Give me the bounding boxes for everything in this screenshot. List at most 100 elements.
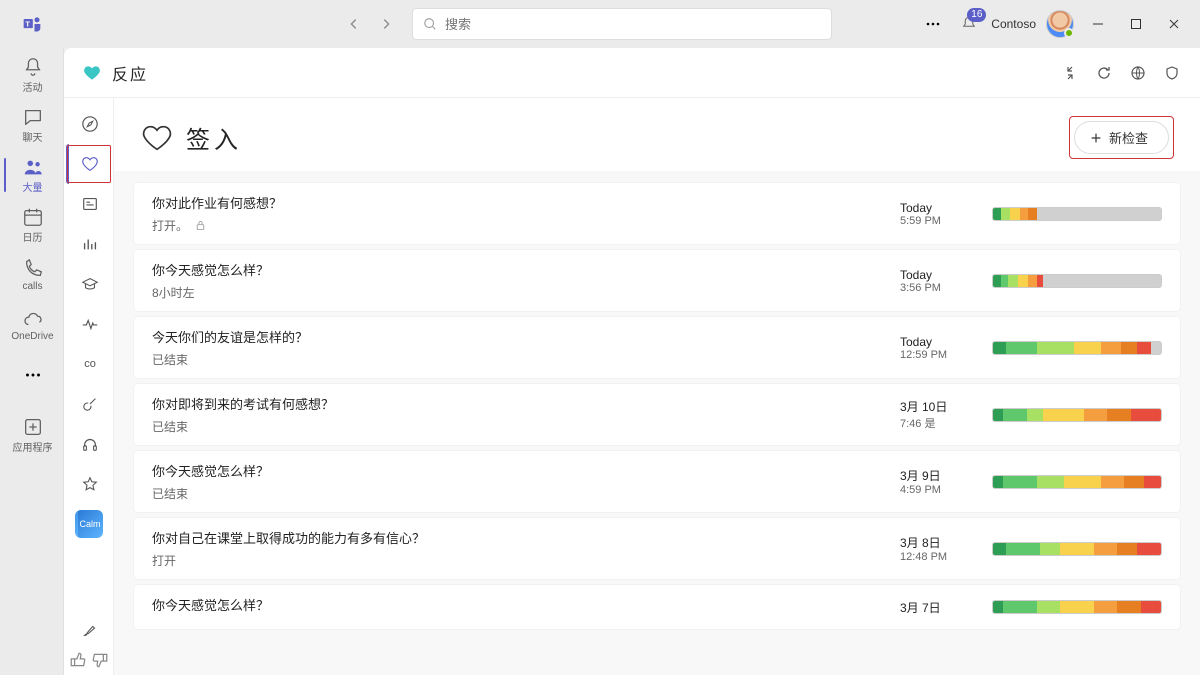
rail-label: 活动 xyxy=(23,79,43,94)
new-checkin-button[interactable]: 新检查 xyxy=(1074,121,1169,154)
rail-label: 聊天 xyxy=(23,129,43,144)
distribution-bar xyxy=(992,207,1162,221)
tool-grad[interactable] xyxy=(66,264,112,304)
rail-calendar[interactable]: 日历 xyxy=(2,200,62,250)
checkin-datetime: 3月 7日 xyxy=(900,599,976,616)
rail-activity[interactable]: 活动 xyxy=(2,50,62,100)
tool-reader[interactable] xyxy=(66,184,112,224)
people-icon xyxy=(22,156,44,178)
calendar-icon xyxy=(22,206,44,228)
globe-button[interactable] xyxy=(1128,63,1148,83)
checkin-card[interactable]: 你对自己在课堂上取得成功的能力有多有信心？打开3月 8日12:48 PM xyxy=(134,518,1180,579)
checkin-status: 8小时左 xyxy=(152,284,884,301)
distribution-bar xyxy=(992,600,1162,614)
notification-badge: 16 xyxy=(967,8,986,22)
shield-button[interactable] xyxy=(1162,63,1182,83)
checkin-card[interactable]: 今天你们的友谊是怎样的？已结束Today12:59 PM xyxy=(134,317,1180,378)
app-sub-header: 反应 xyxy=(64,48,1200,98)
checkin-status: 已结束 xyxy=(152,485,884,502)
checkin-status: 打开。 xyxy=(152,217,884,234)
distribution-bar xyxy=(992,542,1162,556)
checkin-card[interactable]: 你对即将到来的考试有何感想？已结束3月 10日7:46 是 xyxy=(134,384,1180,445)
presence-indicator xyxy=(1064,28,1074,38)
window-close-button[interactable] xyxy=(1160,10,1188,38)
rail-calls[interactable]: calls xyxy=(2,250,62,300)
checkin-question: 你今天感觉怎么样？ xyxy=(152,260,884,279)
window-minimize-button[interactable] xyxy=(1084,10,1112,38)
apps-icon xyxy=(22,416,44,438)
heart-icon xyxy=(140,121,174,155)
search-box[interactable] xyxy=(412,8,832,40)
tool-compass[interactable] xyxy=(66,104,112,144)
checkin-datetime: Today3:56 PM xyxy=(900,268,976,294)
checkin-card[interactable]: 你对此作业有何感想？打开。Today5:59 PM xyxy=(134,183,1180,244)
tool-brush[interactable] xyxy=(66,615,112,645)
checkin-question: 你对自己在课堂上取得成功的能力有多有信心？ xyxy=(152,528,884,547)
titlebar-right: 16 Contoso xyxy=(919,10,1192,38)
checkin-datetime: 3月 8日12:48 PM xyxy=(900,534,976,563)
checkin-status: 已结束 xyxy=(152,418,884,435)
checkin-card[interactable]: 你今天感觉怎么样？ 已结束 3月 9日4:59 PM xyxy=(134,451,1180,512)
checkin-datetime: 3月 9日4:59 PM xyxy=(900,467,976,496)
rail-label: calls xyxy=(22,281,42,292)
distribution-bar xyxy=(992,274,1162,288)
cloud-icon xyxy=(22,308,44,330)
tool-guitar[interactable] xyxy=(66,384,112,424)
app-title: 反应 xyxy=(112,61,148,85)
distribution-bar xyxy=(992,408,1162,422)
chat-icon xyxy=(22,106,44,128)
rail-label: 应用程序 xyxy=(13,439,53,454)
tool-co[interactable]: co xyxy=(66,344,112,384)
reflect-heart-icon xyxy=(82,63,102,83)
distribution-bar xyxy=(992,341,1162,355)
tool-calm[interactable]: Calm xyxy=(75,510,103,538)
new-checkin-highlight: 新检查 xyxy=(1069,116,1174,159)
heart-icon xyxy=(81,155,99,173)
main-pane: 签入 新检查 你对此作业有何感想？打开。Today5:59 PM你今天感觉怎么样… xyxy=(114,98,1200,675)
tool-chart[interactable] xyxy=(66,224,112,264)
page-header: 签入 新检查 xyxy=(114,98,1200,171)
teams-logo: T xyxy=(8,14,56,34)
org-name: Contoso xyxy=(991,17,1036,31)
checkin-list[interactable]: 你对此作业有何感想？打开。Today5:59 PM你今天感觉怎么样？8小时左To… xyxy=(114,171,1200,675)
checkin-card[interactable]: 你今天感觉怎么样？ 3月 7日 xyxy=(134,585,1180,629)
search-input[interactable] xyxy=(445,17,821,32)
app-rail: 活动 聊天 大量 日历 calls OneDrive 应用程序 xyxy=(0,48,64,675)
tool-rail: co Calm xyxy=(64,98,114,675)
nav-back-button[interactable] xyxy=(340,10,368,38)
new-checkin-label: 新检查 xyxy=(1109,128,1148,147)
checkin-question: 你今天感觉怎么样？ xyxy=(152,595,884,614)
rail-label: OneDrive xyxy=(11,331,53,342)
tool-pulse[interactable] xyxy=(66,304,112,344)
tool-feedback[interactable] xyxy=(69,651,109,669)
tool-headphones[interactable] xyxy=(66,424,112,464)
search-icon xyxy=(423,17,437,31)
nav-forward-button[interactable] xyxy=(372,10,400,38)
tool-star[interactable] xyxy=(66,464,112,504)
checkin-question: 你今天感觉怎么样？ xyxy=(152,461,884,480)
user-avatar[interactable] xyxy=(1046,10,1074,38)
checkin-card[interactable]: 你今天感觉怎么样？ 8小时左 Today3:56 PM xyxy=(134,250,1180,311)
bell-icon xyxy=(22,56,44,78)
tool-checkin[interactable] xyxy=(66,144,112,184)
checkin-datetime: Today5:59 PM xyxy=(900,201,976,227)
phone-icon xyxy=(22,258,44,280)
rail-more[interactable] xyxy=(2,350,62,400)
title-bar: T 16 Contoso xyxy=(0,0,1200,48)
rail-label: 日历 xyxy=(23,229,43,244)
collapse-button[interactable] xyxy=(1060,63,1080,83)
page-title: 签入 xyxy=(186,120,242,155)
rail-onedrive[interactable]: OneDrive xyxy=(2,300,62,350)
plus-icon xyxy=(1089,131,1103,145)
more-options-button[interactable] xyxy=(919,16,947,32)
checkin-datetime: Today12:59 PM xyxy=(900,335,976,361)
rail-apps[interactable]: 应用程序 xyxy=(2,410,62,460)
window-maximize-button[interactable] xyxy=(1122,10,1150,38)
rail-chat[interactable]: 聊天 xyxy=(2,100,62,150)
refresh-button[interactable] xyxy=(1094,63,1114,83)
history-nav xyxy=(340,10,400,38)
content-area: 反应 xyxy=(64,48,1200,675)
rail-teams[interactable]: 大量 xyxy=(2,150,62,200)
notifications-button[interactable]: 16 xyxy=(957,12,981,36)
checkin-question: 今天你们的友谊是怎样的？ xyxy=(152,327,884,346)
